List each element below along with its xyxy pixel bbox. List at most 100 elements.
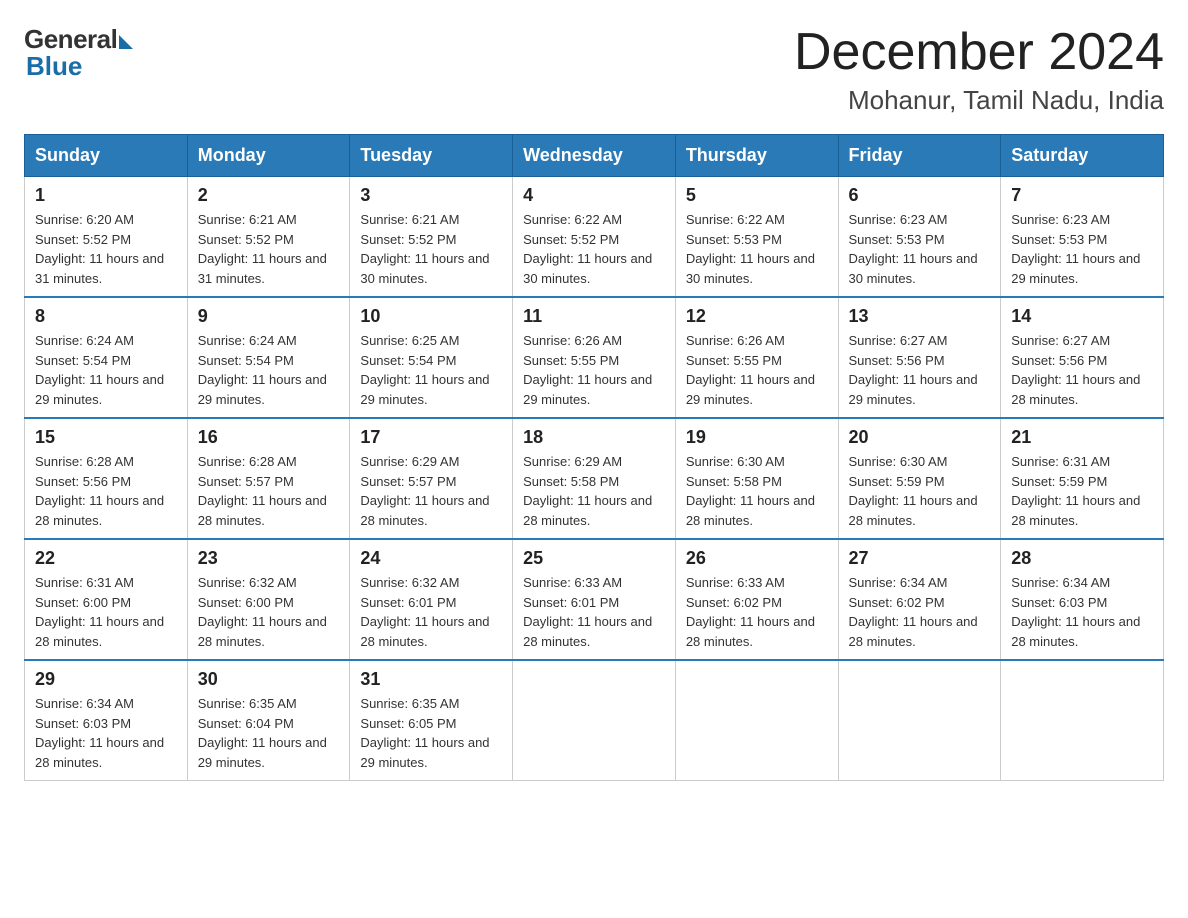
weekday-header-saturday: Saturday [1001, 135, 1164, 177]
weekday-header-row: SundayMondayTuesdayWednesdayThursdayFrid… [25, 135, 1164, 177]
day-info: Sunrise: 6:35 AMSunset: 6:04 PMDaylight:… [198, 694, 340, 772]
day-number: 7 [1011, 185, 1153, 206]
day-info: Sunrise: 6:21 AMSunset: 5:52 PMDaylight:… [198, 210, 340, 288]
day-info: Sunrise: 6:24 AMSunset: 5:54 PMDaylight:… [35, 331, 177, 409]
calendar-cell: 13 Sunrise: 6:27 AMSunset: 5:56 PMDayligh… [838, 297, 1001, 418]
day-number: 27 [849, 548, 991, 569]
calendar-cell: 16 Sunrise: 6:28 AMSunset: 5:57 PMDayligh… [187, 418, 350, 539]
calendar-cell: 20 Sunrise: 6:30 AMSunset: 5:59 PMDayligh… [838, 418, 1001, 539]
week-row-5: 29 Sunrise: 6:34 AMSunset: 6:03 PMDayligh… [25, 660, 1164, 781]
calendar-cell: 14 Sunrise: 6:27 AMSunset: 5:56 PMDayligh… [1001, 297, 1164, 418]
day-number: 19 [686, 427, 828, 448]
day-info: Sunrise: 6:31 AMSunset: 5:59 PMDaylight:… [1011, 452, 1153, 530]
calendar-cell [513, 660, 676, 781]
day-number: 31 [360, 669, 502, 690]
calendar-cell: 22 Sunrise: 6:31 AMSunset: 6:00 PMDayligh… [25, 539, 188, 660]
day-number: 28 [1011, 548, 1153, 569]
day-info: Sunrise: 6:34 AMSunset: 6:03 PMDaylight:… [1011, 573, 1153, 651]
day-number: 16 [198, 427, 340, 448]
day-number: 22 [35, 548, 177, 569]
day-number: 8 [35, 306, 177, 327]
day-number: 14 [1011, 306, 1153, 327]
calendar-cell: 27Sunrise: 6:34 AMSunset: 6:02 PMDayligh… [838, 539, 1001, 660]
day-number: 20 [849, 427, 991, 448]
weekday-header-wednesday: Wednesday [513, 135, 676, 177]
day-info: Sunrise: 6:30 AMSunset: 5:58 PMDaylight:… [686, 452, 828, 530]
day-info: Sunrise: 6:22 AMSunset: 5:52 PMDaylight:… [523, 210, 665, 288]
weekday-header-monday: Monday [187, 135, 350, 177]
title-block: December 2024 Mohanur, Tamil Nadu, India [794, 24, 1164, 116]
calendar-cell: 6Sunrise: 6:23 AMSunset: 5:53 PMDaylight… [838, 177, 1001, 298]
logo-arrow-icon [119, 35, 133, 49]
day-info: Sunrise: 6:28 AMSunset: 5:57 PMDaylight:… [198, 452, 340, 530]
day-info: Sunrise: 6:32 AMSunset: 6:00 PMDaylight:… [198, 573, 340, 651]
day-number: 18 [523, 427, 665, 448]
day-number: 23 [198, 548, 340, 569]
calendar-cell: 4 Sunrise: 6:22 AMSunset: 5:52 PMDaylight… [513, 177, 676, 298]
month-title: December 2024 [794, 24, 1164, 81]
day-number: 1 [35, 185, 177, 206]
calendar-cell: 10 Sunrise: 6:25 AMSunset: 5:54 PMDayligh… [350, 297, 513, 418]
calendar-cell [838, 660, 1001, 781]
weekday-header-friday: Friday [838, 135, 1001, 177]
calendar-cell: 29 Sunrise: 6:34 AMSunset: 6:03 PMDayligh… [25, 660, 188, 781]
day-info: Sunrise: 6:29 AMSunset: 5:58 PMDaylight:… [523, 452, 665, 530]
day-info: Sunrise: 6:27 AMSunset: 5:56 PMDaylight:… [849, 331, 991, 409]
weekday-header-thursday: Thursday [675, 135, 838, 177]
calendar-table: SundayMondayTuesdayWednesdayThursdayFrid… [24, 134, 1164, 781]
day-info: Sunrise: 6:21 AMSunset: 5:52 PMDaylight:… [360, 210, 502, 288]
day-info: Sunrise: 6:24 AMSunset: 5:54 PMDaylight:… [198, 331, 340, 409]
calendar-cell: 31 Sunrise: 6:35 AMSunset: 6:05 PMDayligh… [350, 660, 513, 781]
day-number: 17 [360, 427, 502, 448]
day-number: 12 [686, 306, 828, 327]
calendar-cell: 21 Sunrise: 6:31 AMSunset: 5:59 PMDayligh… [1001, 418, 1164, 539]
day-number: 9 [198, 306, 340, 327]
day-info: Sunrise: 6:28 AMSunset: 5:56 PMDaylight:… [35, 452, 177, 530]
day-number: 29 [35, 669, 177, 690]
calendar-cell: 23 Sunrise: 6:32 AMSunset: 6:00 PMDayligh… [187, 539, 350, 660]
week-row-4: 22 Sunrise: 6:31 AMSunset: 6:00 PMDayligh… [25, 539, 1164, 660]
day-info: Sunrise: 6:26 AMSunset: 5:55 PMDaylight:… [686, 331, 828, 409]
weekday-header-tuesday: Tuesday [350, 135, 513, 177]
day-info: Sunrise: 6:25 AMSunset: 5:54 PMDaylight:… [360, 331, 502, 409]
day-number: 15 [35, 427, 177, 448]
calendar-cell: 2 Sunrise: 6:21 AMSunset: 5:52 PMDaylight… [187, 177, 350, 298]
calendar-cell: 3 Sunrise: 6:21 AMSunset: 5:52 PMDaylight… [350, 177, 513, 298]
day-number: 21 [1011, 427, 1153, 448]
day-info: Sunrise: 6:34 AMSunset: 6:03 PMDaylight:… [35, 694, 177, 772]
page-header: General Blue December 2024 Mohanur, Tami… [24, 24, 1164, 116]
calendar-cell: 5 Sunrise: 6:22 AMSunset: 5:53 PMDaylight… [675, 177, 838, 298]
day-info: Sunrise: 6:35 AMSunset: 6:05 PMDaylight:… [360, 694, 502, 772]
day-number: 11 [523, 306, 665, 327]
calendar-cell: 18 Sunrise: 6:29 AMSunset: 5:58 PMDayligh… [513, 418, 676, 539]
calendar-cell: 15 Sunrise: 6:28 AMSunset: 5:56 PMDayligh… [25, 418, 188, 539]
day-info: Sunrise: 6:23 AMSunset: 5:53 PMDaylight:… [849, 210, 991, 288]
day-info: Sunrise: 6:22 AMSunset: 5:53 PMDaylight:… [686, 210, 828, 288]
day-info: Sunrise: 6:30 AMSunset: 5:59 PMDaylight:… [849, 452, 991, 530]
day-info: Sunrise: 6:27 AMSunset: 5:56 PMDaylight:… [1011, 331, 1153, 409]
day-number: 25 [523, 548, 665, 569]
week-row-1: 1Sunrise: 6:20 AMSunset: 5:52 PMDaylight… [25, 177, 1164, 298]
day-number: 3 [360, 185, 502, 206]
calendar-cell: 28 Sunrise: 6:34 AMSunset: 6:03 PMDayligh… [1001, 539, 1164, 660]
logo-blue-text: Blue [24, 51, 82, 82]
day-info: Sunrise: 6:23 AMSunset: 5:53 PMDaylight:… [1011, 210, 1153, 288]
day-number: 5 [686, 185, 828, 206]
calendar-cell: 17Sunrise: 6:29 AMSunset: 5:57 PMDayligh… [350, 418, 513, 539]
week-row-3: 15 Sunrise: 6:28 AMSunset: 5:56 PMDayligh… [25, 418, 1164, 539]
weekday-header-sunday: Sunday [25, 135, 188, 177]
day-number: 10 [360, 306, 502, 327]
day-number: 24 [360, 548, 502, 569]
day-info: Sunrise: 6:33 AMSunset: 6:02 PMDaylight:… [686, 573, 828, 651]
day-number: 4 [523, 185, 665, 206]
calendar-cell: 25 Sunrise: 6:33 AMSunset: 6:01 PMDayligh… [513, 539, 676, 660]
day-number: 13 [849, 306, 991, 327]
calendar-cell [1001, 660, 1164, 781]
day-info: Sunrise: 6:32 AMSunset: 6:01 PMDaylight:… [360, 573, 502, 651]
calendar-cell: 11Sunrise: 6:26 AMSunset: 5:55 PMDayligh… [513, 297, 676, 418]
day-info: Sunrise: 6:31 AMSunset: 6:00 PMDaylight:… [35, 573, 177, 651]
day-info: Sunrise: 6:33 AMSunset: 6:01 PMDaylight:… [523, 573, 665, 651]
calendar-cell: 1Sunrise: 6:20 AMSunset: 5:52 PMDaylight… [25, 177, 188, 298]
day-number: 2 [198, 185, 340, 206]
calendar-cell: 30Sunrise: 6:35 AMSunset: 6:04 PMDayligh… [187, 660, 350, 781]
